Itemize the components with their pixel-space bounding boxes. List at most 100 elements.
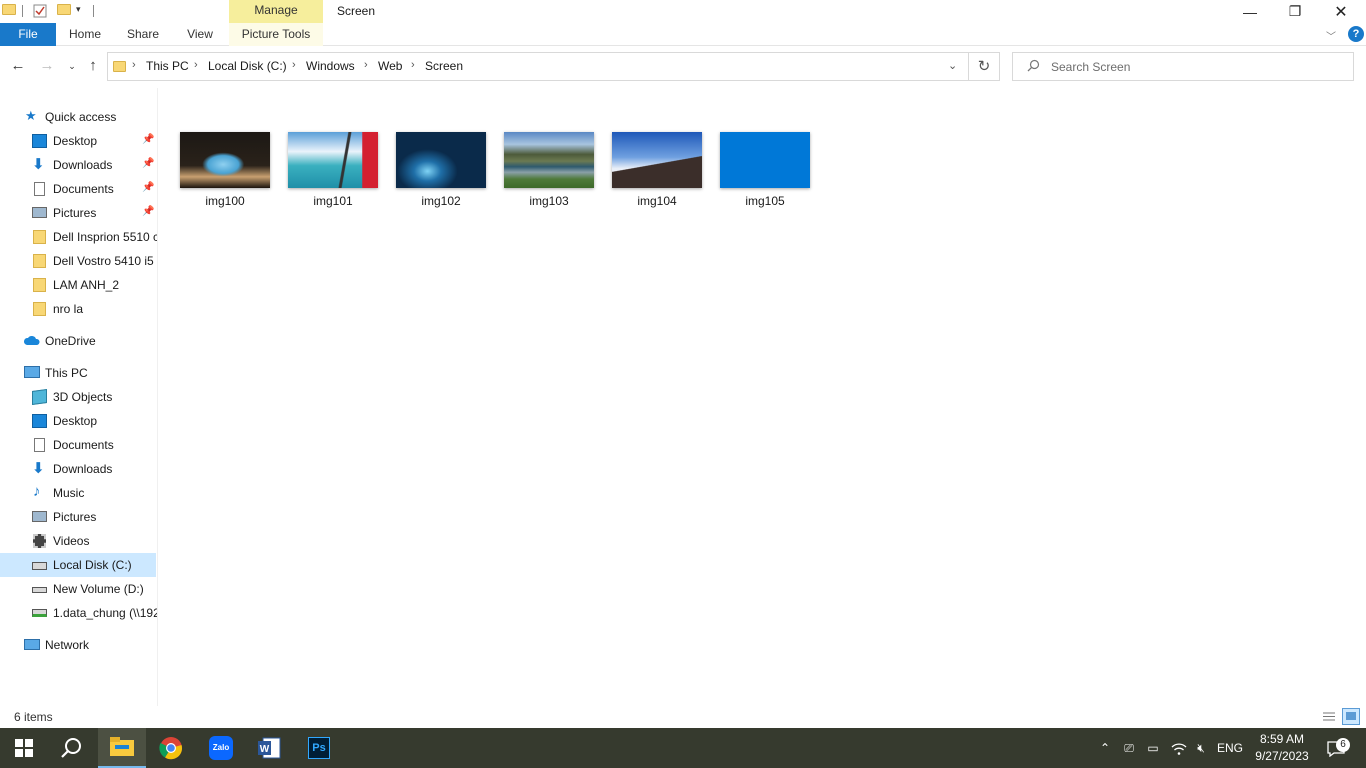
nav-quick-folder[interactable]: nro la — [0, 297, 156, 321]
nav-downloads[interactable]: ⬇ Downloads — [0, 457, 156, 481]
thumbnail-mountain-lake — [504, 132, 594, 188]
battery-icon[interactable]: ▭ — [1143, 728, 1163, 768]
download-arrow-icon: ⬇ — [32, 156, 45, 173]
file-name: img104 — [637, 194, 677, 208]
chrome-taskbar-button[interactable] — [147, 728, 195, 768]
nav-network[interactable]: Network — [0, 633, 156, 657]
help-icon[interactable]: ? — [1348, 26, 1364, 42]
nav-network-drive[interactable]: 1.data_chung (\\192 — [0, 601, 157, 625]
minimize-button[interactable]: — — [1227, 0, 1273, 23]
photoshop-taskbar-button[interactable]: Ps — [295, 728, 343, 768]
expand-ribbon-icon[interactable]: ﹀ — [1326, 28, 1336, 43]
tab-file[interactable]: File — [0, 23, 56, 46]
breadcrumb-screen[interactable]: Screen — [425, 59, 463, 73]
nav-quick-folder[interactable]: Dell Vostro 5410 i5 — [0, 249, 156, 273]
details-view-button[interactable] — [1320, 708, 1338, 725]
chevron-down-icon[interactable]: ⌄ — [948, 59, 957, 72]
manage-tab[interactable]: Manage — [229, 0, 323, 23]
breadcrumb-this-pc[interactable]: This PC — [146, 59, 189, 73]
up-button[interactable]: ↑ — [83, 56, 103, 76]
chevron-right-icon[interactable]: › — [292, 59, 296, 71]
nav-pictures[interactable]: Pictures — [0, 505, 156, 529]
nav-quick-desktop[interactable]: Desktop 📌 — [0, 129, 156, 153]
breadcrumb-web[interactable]: Web — [378, 59, 402, 73]
nav-new-volume-d[interactable]: New Volume (D:) — [0, 577, 156, 601]
refresh-button[interactable]: ↻ — [969, 52, 1000, 81]
forward-button[interactable]: → — [37, 56, 57, 76]
nav-quick-access[interactable]: ★ Quick access — [0, 105, 156, 129]
search-taskbar-button[interactable] — [48, 728, 96, 768]
nav-quick-folder[interactable]: LAM ANH_2 — [0, 273, 156, 297]
new-folder-icon[interactable] — [57, 4, 71, 18]
chevron-right-icon[interactable]: › — [364, 59, 368, 71]
desktop-icon — [32, 414, 47, 428]
large-icons-view-button[interactable] — [1342, 708, 1360, 725]
file-item[interactable]: img100 — [172, 132, 278, 214]
download-arrow-icon: ⬇ — [32, 460, 45, 477]
close-button[interactable]: ✕ — [1318, 0, 1364, 23]
search-input[interactable] — [1051, 56, 1346, 78]
breadcrumb-windows[interactable]: Windows — [306, 59, 355, 73]
tab-view[interactable]: View — [178, 23, 222, 46]
thumbnail-ice-cave — [396, 132, 486, 188]
properties-icon[interactable] — [33, 4, 47, 18]
maximize-button[interactable]: ❐ — [1272, 0, 1318, 23]
file-item[interactable]: img101 — [280, 132, 386, 214]
nav-onedrive[interactable]: OneDrive — [0, 329, 156, 353]
nav-music[interactable]: ♪ Music — [0, 481, 156, 505]
file-item[interactable]: img105 — [712, 132, 818, 214]
file-item[interactable]: img103 — [496, 132, 602, 214]
nav-label: LAM ANH_2 — [53, 278, 120, 292]
nav-quick-documents[interactable]: Documents 📌 — [0, 177, 156, 201]
nav-desktop[interactable]: Desktop — [0, 409, 156, 433]
nav-label: Local Disk (C:) — [53, 558, 132, 572]
file-name: img102 — [421, 194, 461, 208]
nav-documents[interactable]: Documents — [0, 433, 156, 457]
word-taskbar-button[interactable]: W — [245, 728, 293, 768]
file-item[interactable]: img102 — [388, 132, 494, 214]
file-item[interactable]: img104 — [604, 132, 710, 214]
recent-locations-button[interactable]: ⌄ — [62, 56, 82, 76]
tab-share[interactable]: Share — [120, 23, 166, 46]
nav-videos[interactable]: Videos — [0, 529, 156, 553]
document-icon — [34, 182, 45, 196]
folder-icon — [33, 302, 46, 316]
zalo-taskbar-button[interactable]: Zalo — [197, 728, 245, 768]
navigation-pane: ★ Quick access Desktop 📌 ⬇ Downloads 📌 D… — [0, 88, 158, 706]
clock[interactable]: 8:59 AM 9/27/2023 — [1247, 731, 1317, 765]
nav-3d-objects[interactable]: 3D Objects — [0, 385, 156, 409]
start-button[interactable] — [0, 728, 48, 768]
show-hidden-icons-button[interactable]: ⌃ — [1096, 728, 1114, 768]
tab-home[interactable]: Home — [60, 23, 110, 46]
drive-icon — [32, 587, 47, 593]
taskbar: Zalo W Ps ⌃ ⎚ ▭ 🔇︎ ENG 8:59 AM 9/27/2023… — [0, 728, 1366, 768]
volume-muted-icon[interactable]: 🔇︎ — [1191, 728, 1211, 768]
search-icon — [61, 738, 81, 758]
nav-quick-folder[interactable]: Dell Insprion 5510 c — [0, 225, 157, 249]
nav-this-pc[interactable]: This PC — [0, 361, 156, 385]
meet-now-icon[interactable]: ⎚ — [1120, 728, 1138, 768]
address-bar[interactable]: › This PC › Local Disk (C:) › Windows › … — [107, 52, 969, 81]
nav-label: Downloads — [53, 158, 113, 172]
qat-customize-icon[interactable]: ▾ — [76, 4, 90, 18]
language-indicator[interactable]: ENG — [1214, 728, 1246, 768]
file-list: img100 img101 img102 img103 img104 img10… — [158, 88, 1366, 706]
nav-quick-downloads[interactable]: ⬇ Downloads 📌 — [0, 153, 156, 177]
tab-picture-tools[interactable]: Picture Tools — [229, 23, 323, 46]
nav-label: This PC — [45, 366, 88, 380]
file-explorer-taskbar-button[interactable] — [98, 728, 146, 768]
back-button[interactable]: ← — [8, 56, 28, 76]
search-box[interactable] — [1012, 52, 1354, 81]
chevron-right-icon[interactable]: › — [194, 59, 198, 71]
wifi-icon[interactable] — [1169, 728, 1189, 768]
chevron-right-icon[interactable]: › — [411, 59, 415, 71]
chevron-right-icon[interactable]: › — [132, 59, 136, 71]
nav-quick-pictures[interactable]: Pictures 📌 — [0, 201, 156, 225]
nav-label: Dell Vostro 5410 i5 — [53, 254, 154, 268]
file-name: img105 — [745, 194, 785, 208]
folder-icon — [33, 254, 46, 268]
folder-icon — [2, 4, 16, 18]
breadcrumb-local-disk[interactable]: Local Disk (C:) — [208, 59, 287, 73]
network-drive-icon — [32, 609, 47, 617]
nav-local-disk-c[interactable]: Local Disk (C:) — [0, 553, 156, 577]
